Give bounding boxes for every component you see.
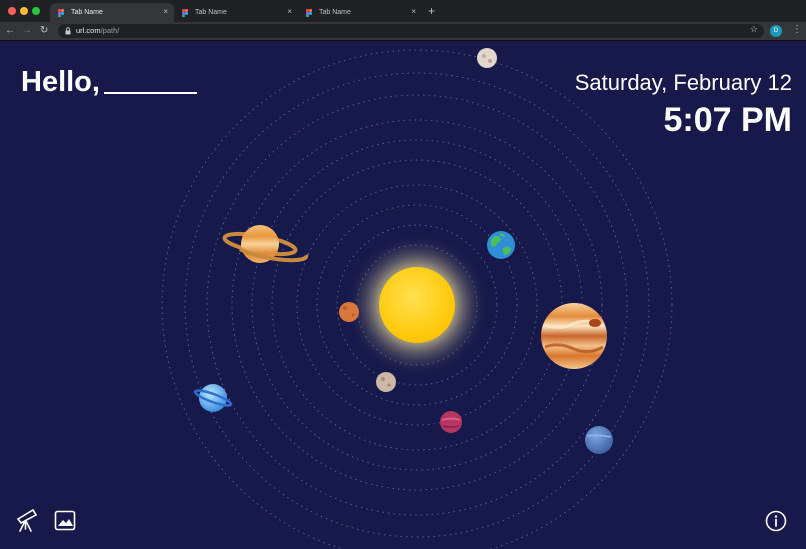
forward-arrow-icon[interactable]: →: [22, 24, 32, 38]
planet-saturn: [222, 225, 309, 263]
planet-uranus: [193, 384, 233, 412]
window-close-button[interactable]: [8, 7, 16, 15]
url-text: url.com/path/: [76, 26, 119, 35]
image-icon[interactable]: [54, 510, 76, 531]
back-arrow-icon[interactable]: ←: [5, 24, 15, 38]
window-maximize-button[interactable]: [32, 7, 40, 15]
telescope-icon[interactable]: [13, 507, 39, 533]
browser-tab-2[interactable]: Tab Name ×: [174, 3, 298, 22]
browser-menu-icon[interactable]: ⋮: [792, 24, 802, 36]
new-tab-button[interactable]: +: [428, 4, 435, 18]
tab-label: Tab Name: [319, 9, 351, 16]
figma-icon: [58, 8, 65, 17]
tab-label: Tab Name: [71, 9, 103, 16]
sun: [345, 233, 489, 377]
window-minimize-button[interactable]: [20, 7, 28, 15]
figma-icon: [182, 8, 189, 17]
greeting-text: Hello,: [21, 66, 100, 98]
tab-close-icon[interactable]: ×: [411, 7, 416, 16]
browser-tab-bar: Tab Name × Tab Name × Tab Name × +: [0, 0, 806, 22]
planet-neptune: [585, 426, 613, 454]
address-bar[interactable]: url.com/path/ ☆: [58, 24, 764, 38]
planet-jupiter: [541, 303, 607, 369]
lock-icon: [65, 27, 71, 35]
planet-earth: [487, 231, 515, 259]
url-path: /path/: [100, 26, 120, 35]
info-icon[interactable]: [765, 510, 787, 532]
time-display: 5:07 PM: [663, 101, 793, 139]
url-host: url.com: [76, 26, 101, 35]
bookmark-star-icon[interactable]: ☆: [750, 24, 758, 35]
browser-toolbar: ← → ↻ url.com/path/ ☆ D ⋮: [0, 22, 806, 41]
reload-icon[interactable]: ↻: [40, 24, 48, 38]
name-input-underline[interactable]: [104, 92, 197, 94]
planet-moon-grey: [376, 372, 396, 392]
date-display: Saturday, February 12: [574, 70, 792, 95]
planet-pluto: [477, 48, 497, 68]
tab-label: Tab Name: [195, 9, 227, 16]
browser-tab-1[interactable]: Tab Name ×: [50, 3, 174, 22]
figma-icon: [306, 8, 313, 17]
tab-close-icon[interactable]: ×: [163, 7, 168, 16]
tab-close-icon[interactable]: ×: [287, 7, 292, 16]
browser-tab-3[interactable]: Tab Name ×: [298, 3, 422, 22]
planet-magenta: [440, 411, 462, 433]
profile-avatar[interactable]: D: [770, 25, 782, 37]
planet-mercury: [339, 302, 359, 322]
